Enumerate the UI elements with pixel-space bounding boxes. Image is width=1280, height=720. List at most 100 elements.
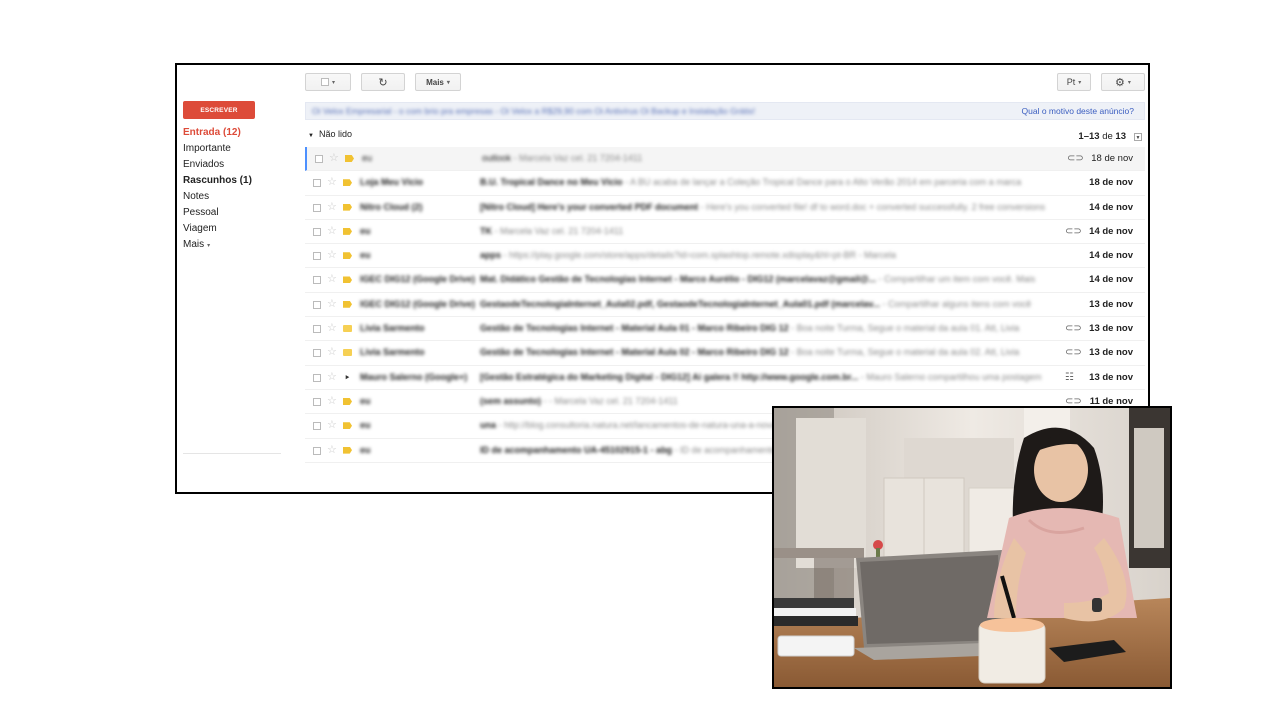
- email-row[interactable]: ☆ IGEC DIG12 (Google Drive) GestaodeTecnol…: [305, 292, 1145, 318]
- star-icon[interactable]: ☆: [327, 224, 337, 237]
- pager-dropdown[interactable]: ▼: [1134, 133, 1142, 141]
- row-checkbox[interactable]: [313, 300, 321, 309]
- sidebar-item-personal[interactable]: Pessoal: [183, 205, 283, 221]
- email-subject: GestaodeTecnologiaInternet_Aula02.pdf, G…: [480, 298, 881, 309]
- email-subject-line: [Nitro Cloud] Here's your converted PDF …: [480, 202, 1060, 212]
- importance-marker-icon[interactable]: [345, 375, 350, 380]
- email-subject: TK: [480, 225, 492, 236]
- email-snippet: - Mauro Salerno compartilhou uma postage…: [858, 371, 1042, 382]
- refresh-button[interactable]: ↻: [361, 73, 405, 91]
- more-button[interactable]: Mais ▾: [415, 73, 461, 91]
- importance-marker-icon[interactable]: [343, 349, 352, 357]
- email-row[interactable]: ☆ IGEC DIG12 (Google Drive) Mat. Didático …: [305, 268, 1145, 293]
- email-date: 13 de nov: [1089, 347, 1133, 359]
- ad-info-link[interactable]: Qual o motivo deste anúncio?: [1022, 106, 1134, 116]
- row-checkbox[interactable]: [313, 252, 321, 261]
- importance-marker-icon[interactable]: [345, 155, 354, 162]
- star-icon[interactable]: ☆: [327, 248, 337, 261]
- importance-marker-icon[interactable]: [343, 325, 352, 333]
- email-row[interactable]: ☆ eu TK - Marcela Vaz cel. 21 7204-1411 ⊂⊃ 1…: [305, 219, 1145, 245]
- row-checkbox[interactable]: [313, 373, 321, 382]
- sidebar-item-notes[interactable]: Notes: [183, 189, 283, 205]
- row-checkbox[interactable]: [313, 276, 321, 285]
- star-icon[interactable]: ☆: [327, 443, 337, 456]
- ad-banner[interactable]: Oi Velox Empresarial - o com brio pra em…: [305, 102, 1145, 120]
- row-checkbox[interactable]: [313, 203, 321, 212]
- sidebar-item-drafts[interactable]: Rascunhos (1): [183, 173, 283, 189]
- select-checkbox[interactable]: [320, 78, 329, 86]
- row-checkbox[interactable]: [313, 179, 321, 188]
- more-label: Mais: [426, 77, 444, 87]
- row-checkbox[interactable]: [313, 227, 321, 236]
- email-snippet: - Compartilhar um item com você. Mais: [876, 274, 1036, 285]
- row-checkbox[interactable]: [313, 446, 321, 455]
- star-icon[interactable]: ☆: [327, 370, 337, 383]
- section-label: Não lido: [318, 129, 352, 139]
- email-subject-line: B.U. Tropical Dance no Meu Vício - A BU …: [480, 177, 1060, 187]
- star-icon[interactable]: ☆: [327, 175, 337, 188]
- photo-illustration: [774, 408, 1170, 687]
- importance-marker-icon[interactable]: [343, 422, 352, 430]
- email-sender: Livia Sarmento: [360, 323, 425, 334]
- email-date: 14 de nov: [1089, 274, 1133, 286]
- row-checkbox[interactable]: [315, 155, 323, 163]
- email-row[interactable]: ☆ Loja Meu Vício B.U. Tropical Dance no Me…: [305, 171, 1145, 196]
- star-icon[interactable]: ☆: [327, 345, 337, 358]
- email-subject: [Gestão Estratégica do Marketing Digital…: [480, 371, 859, 382]
- settings-button[interactable]: ⚙ ▾: [1101, 73, 1145, 91]
- email-row[interactable]: ☆ Nitro Cloud (2) [Nitro Cloud] Here's you…: [305, 195, 1145, 220]
- importance-marker-icon[interactable]: [343, 276, 352, 284]
- email-row[interactable]: ☆ Livia Sarmento Gestão de Tecnologias Int…: [305, 317, 1145, 342]
- pager-end: 13: [1088, 131, 1100, 142]
- sidebar-item-travel[interactable]: Viagem: [183, 221, 283, 237]
- star-icon[interactable]: ☆: [327, 297, 337, 310]
- importance-marker-icon[interactable]: [343, 300, 352, 308]
- email-subject: apps: [480, 250, 502, 261]
- importance-marker-icon[interactable]: [343, 179, 352, 187]
- email-subject: (sem assunto): [480, 395, 542, 406]
- pager-of: de: [1102, 131, 1113, 142]
- email-subject: Mat. Didático Gestão de Tecnologias Inte…: [480, 274, 877, 285]
- email-date: 18 de nov: [1089, 177, 1133, 189]
- select-all-button[interactable]: ▾: [305, 73, 351, 91]
- email-row[interactable]: ☆ Mauro Salerno (Google+) [Gestão Estratég…: [305, 365, 1145, 390]
- star-icon[interactable]: ☆: [327, 200, 337, 213]
- row-checkbox[interactable]: [313, 397, 321, 406]
- sidebar-item-sent[interactable]: Enviados: [183, 157, 283, 173]
- chevron-down-icon: ▾: [331, 79, 335, 86]
- ad-text[interactable]: Oi Velox Empresarial - o com brio pra em…: [312, 106, 755, 116]
- row-checkbox[interactable]: [313, 422, 321, 431]
- star-icon[interactable]: ☆: [327, 321, 337, 334]
- email-snippet: - A BU acaba de lançar a Coleção Tropica…: [622, 177, 1022, 188]
- email-row[interactable]: ☆ eu outlook - Marcela Vaz cel. 21 7204-14…: [305, 147, 1145, 172]
- star-icon[interactable]: ☆: [329, 151, 339, 164]
- sidebar-item-more[interactable]: Mais ▾: [183, 237, 283, 253]
- email-sender: IGEC DIG12 (Google Drive): [360, 298, 476, 309]
- sidebar-item-important[interactable]: Importante: [183, 141, 283, 157]
- importance-marker-icon[interactable]: [343, 203, 352, 211]
- email-snippet: - Boa noite Turma, Segue o material da a…: [788, 323, 1020, 334]
- star-icon[interactable]: ☆: [327, 272, 337, 285]
- email-subject: ID de acompanhamento UA-45102915-1 - abg: [480, 444, 673, 455]
- email-date: 14 de nov: [1089, 225, 1133, 237]
- email-subject-line: [Gestão Estratégica do Marketing Digital…: [480, 372, 1060, 382]
- importance-marker-icon[interactable]: [343, 446, 352, 454]
- sidebar-item-inbox[interactable]: Entrada (12): [183, 125, 283, 141]
- email-row[interactable]: ☆ eu apps - https://play.google.com/store/…: [305, 244, 1145, 269]
- row-checkbox[interactable]: [313, 349, 321, 358]
- compose-button[interactable]: ESCREVER: [183, 101, 255, 119]
- star-icon[interactable]: ☆: [327, 418, 337, 431]
- language-button[interactable]: Pt ▾: [1057, 73, 1091, 91]
- star-icon[interactable]: ☆: [327, 394, 337, 407]
- pager: 1–13 de 13: [1078, 131, 1126, 142]
- photo-woman-at-laptop: [772, 406, 1172, 689]
- section-unread[interactable]: ▼ Não lido: [308, 129, 352, 139]
- email-row[interactable]: ☆ Livia Sarmento Gestão de Tecnologias Int…: [305, 341, 1145, 366]
- email-subject: Gestão de Tecnologias Internet - Materia…: [480, 323, 789, 334]
- importance-marker-icon[interactable]: [343, 397, 352, 405]
- importance-marker-icon[interactable]: [343, 252, 352, 260]
- row-checkbox[interactable]: [313, 325, 321, 334]
- importance-marker-icon[interactable]: [343, 227, 352, 235]
- email-sender: Mauro Salerno (Google+): [360, 371, 468, 382]
- email-snippet: - Compartilhar alguns itens com você: [880, 298, 1032, 309]
